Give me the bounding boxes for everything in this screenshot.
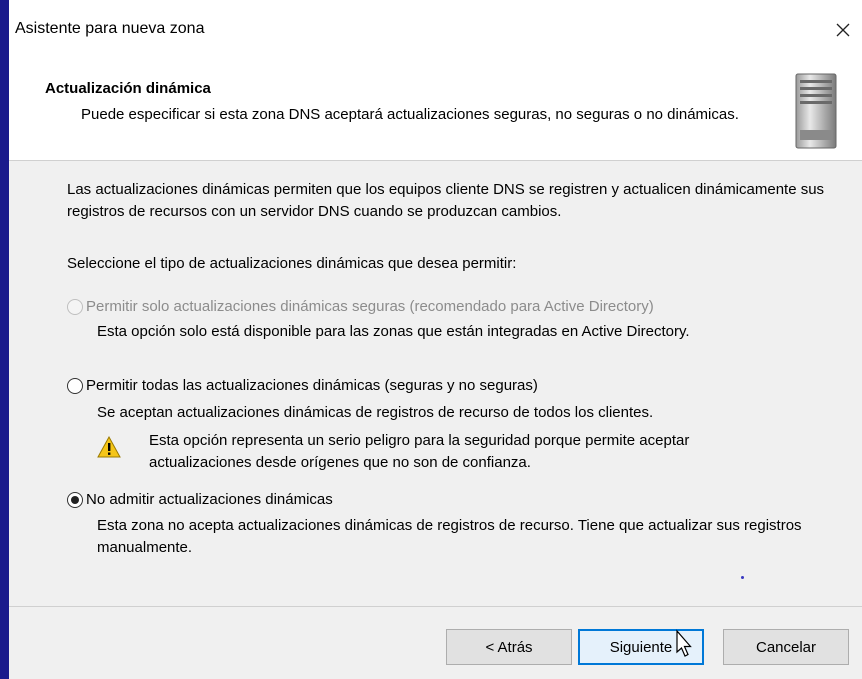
wizard-content: Las actualizaciones dinámicas permiten q… xyxy=(9,161,862,606)
mouse-pointer-icon xyxy=(676,629,692,657)
wizard-footer: < Atrás Siguiente Cancelar xyxy=(9,606,862,679)
back-button[interactable]: < Atrás xyxy=(446,629,572,665)
radio-all-updates[interactable] xyxy=(67,377,83,394)
title-bar: Asistente para nueva zona xyxy=(9,0,862,62)
window-title: Asistente para nueva zona xyxy=(15,20,205,37)
stray-dot xyxy=(741,576,744,579)
security-warning: Esta opción representa un serio peligro … xyxy=(97,424,817,474)
server-icon xyxy=(795,73,837,149)
warning-icon xyxy=(97,436,121,458)
intro-text: Las actualizaciones dinámicas permiten q… xyxy=(67,181,825,220)
option-all-updates[interactable]: Permitir todas las actualizaciones dinám… xyxy=(67,377,538,394)
option-no-updates-label[interactable]: No admitir actualizaciones dinámicas xyxy=(86,491,333,508)
wizard-window: Asistente para nueva zona Actualización … xyxy=(8,0,862,679)
option-secure-only: Permitir solo actualizaciones dinámicas … xyxy=(67,298,654,315)
option-no-updates-description: Esta zona no acepta actualizaciones diná… xyxy=(97,517,802,556)
option-all-updates-description: Se aceptan actualizaciones dinámicas de … xyxy=(97,404,654,421)
option-no-updates[interactable]: No admitir actualizaciones dinámicas xyxy=(67,491,333,508)
wizard-header: Actualización dinámica Puede especificar… xyxy=(9,62,862,161)
option-secure-only-description: Esta opción solo está disponible para la… xyxy=(97,323,690,340)
radio-no-updates[interactable] xyxy=(67,491,83,508)
cancel-button[interactable]: Cancelar xyxy=(723,629,849,665)
page-subtitle: Puede especificar si esta zona DNS acept… xyxy=(81,106,739,123)
radio-secure-only xyxy=(67,298,83,315)
close-icon xyxy=(836,23,850,37)
close-button[interactable] xyxy=(823,12,862,48)
page-title: Actualización dinámica xyxy=(45,80,211,97)
option-all-updates-label[interactable]: Permitir todas las actualizaciones dinám… xyxy=(86,377,538,394)
warning-text: Esta opción representa un serio peligro … xyxy=(149,432,690,471)
option-secure-only-label: Permitir solo actualizaciones dinámicas … xyxy=(86,298,654,315)
select-label: Seleccione el tipo de actualizaciones di… xyxy=(67,255,517,272)
